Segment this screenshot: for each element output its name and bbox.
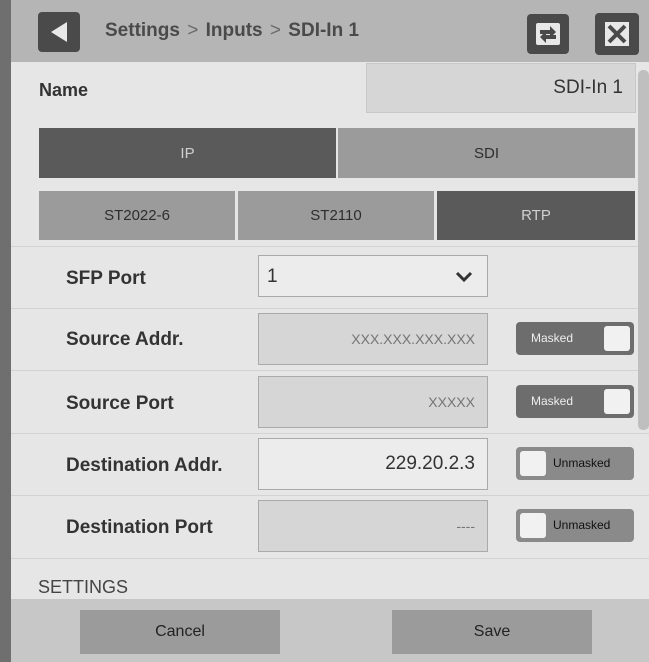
tab-st2110[interactable]: ST2110	[238, 191, 434, 240]
divider	[11, 558, 649, 559]
scrollbar[interactable]	[638, 70, 649, 430]
toggle-label: Unmasked	[553, 518, 611, 532]
divider	[11, 308, 649, 309]
name-input[interactable]	[366, 63, 636, 113]
divider	[11, 246, 649, 247]
close-button[interactable]	[595, 13, 639, 55]
toggle-label: Unmasked	[553, 456, 611, 470]
breadcrumb-inputs[interactable]: Inputs	[206, 20, 263, 41]
source-addr-input[interactable]	[258, 313, 488, 365]
save-button[interactable]: Save	[392, 610, 592, 654]
tab-rtp[interactable]: RTP	[437, 191, 635, 240]
divider	[11, 495, 649, 496]
source-port-input[interactable]	[258, 376, 488, 428]
swap-button[interactable]	[527, 14, 569, 54]
source-port-label: Source Port	[66, 393, 174, 414]
breadcrumb: Settings > Inputs > SDI-In 1	[105, 20, 359, 42]
settings-panel: Settings > Inputs > SDI-In 1 Name SDI-In…	[11, 0, 649, 662]
divider	[11, 370, 649, 371]
dest-port-label: Destination Port	[66, 517, 213, 538]
name-label: Name	[39, 80, 89, 100]
breadcrumb-settings[interactable]: Settings	[105, 20, 180, 41]
title-bar: Settings > Inputs > SDI-In 1	[11, 0, 649, 62]
divider	[11, 433, 649, 434]
source-addr-label: Source Addr.	[66, 329, 184, 350]
toggle-knob	[520, 451, 546, 476]
tab-ip[interactable]: IP	[39, 128, 336, 178]
tab-sdi[interactable]: SDI	[338, 128, 635, 178]
breadcrumb-separator: >	[269, 20, 282, 41]
dest-port-mask-toggle[interactable]: Unmasked	[516, 509, 634, 542]
sfp-port-label: SFP Port	[66, 268, 146, 289]
source-port-mask-toggle[interactable]: Masked	[516, 385, 634, 418]
breadcrumb-current: SDI-In 1	[288, 20, 360, 41]
toggle-knob	[604, 326, 630, 351]
source-addr-mask-toggle[interactable]: Masked	[516, 322, 634, 355]
sfp-port-value: 1	[267, 266, 278, 287]
toggle-knob	[520, 513, 546, 538]
breadcrumb-separator: >	[187, 20, 199, 41]
sfp-port-select[interactable]: 1	[258, 255, 488, 297]
section-title-settings: SETTINGS	[38, 577, 129, 597]
dest-addr-label: Destination Addr.	[66, 455, 223, 476]
toggle-label: Masked	[531, 394, 574, 408]
dest-port-input[interactable]	[258, 500, 488, 552]
bottom-bar: Cancel Save	[11, 599, 649, 662]
dest-addr-input[interactable]	[258, 438, 488, 490]
toggle-label: Masked	[531, 331, 574, 345]
toggle-knob	[604, 389, 630, 414]
back-button[interactable]	[38, 12, 80, 52]
cancel-button[interactable]: Cancel	[80, 610, 280, 654]
dest-addr-mask-toggle[interactable]: Unmasked	[516, 447, 634, 480]
tab-st2022-6[interactable]: ST2022-6	[39, 191, 235, 240]
